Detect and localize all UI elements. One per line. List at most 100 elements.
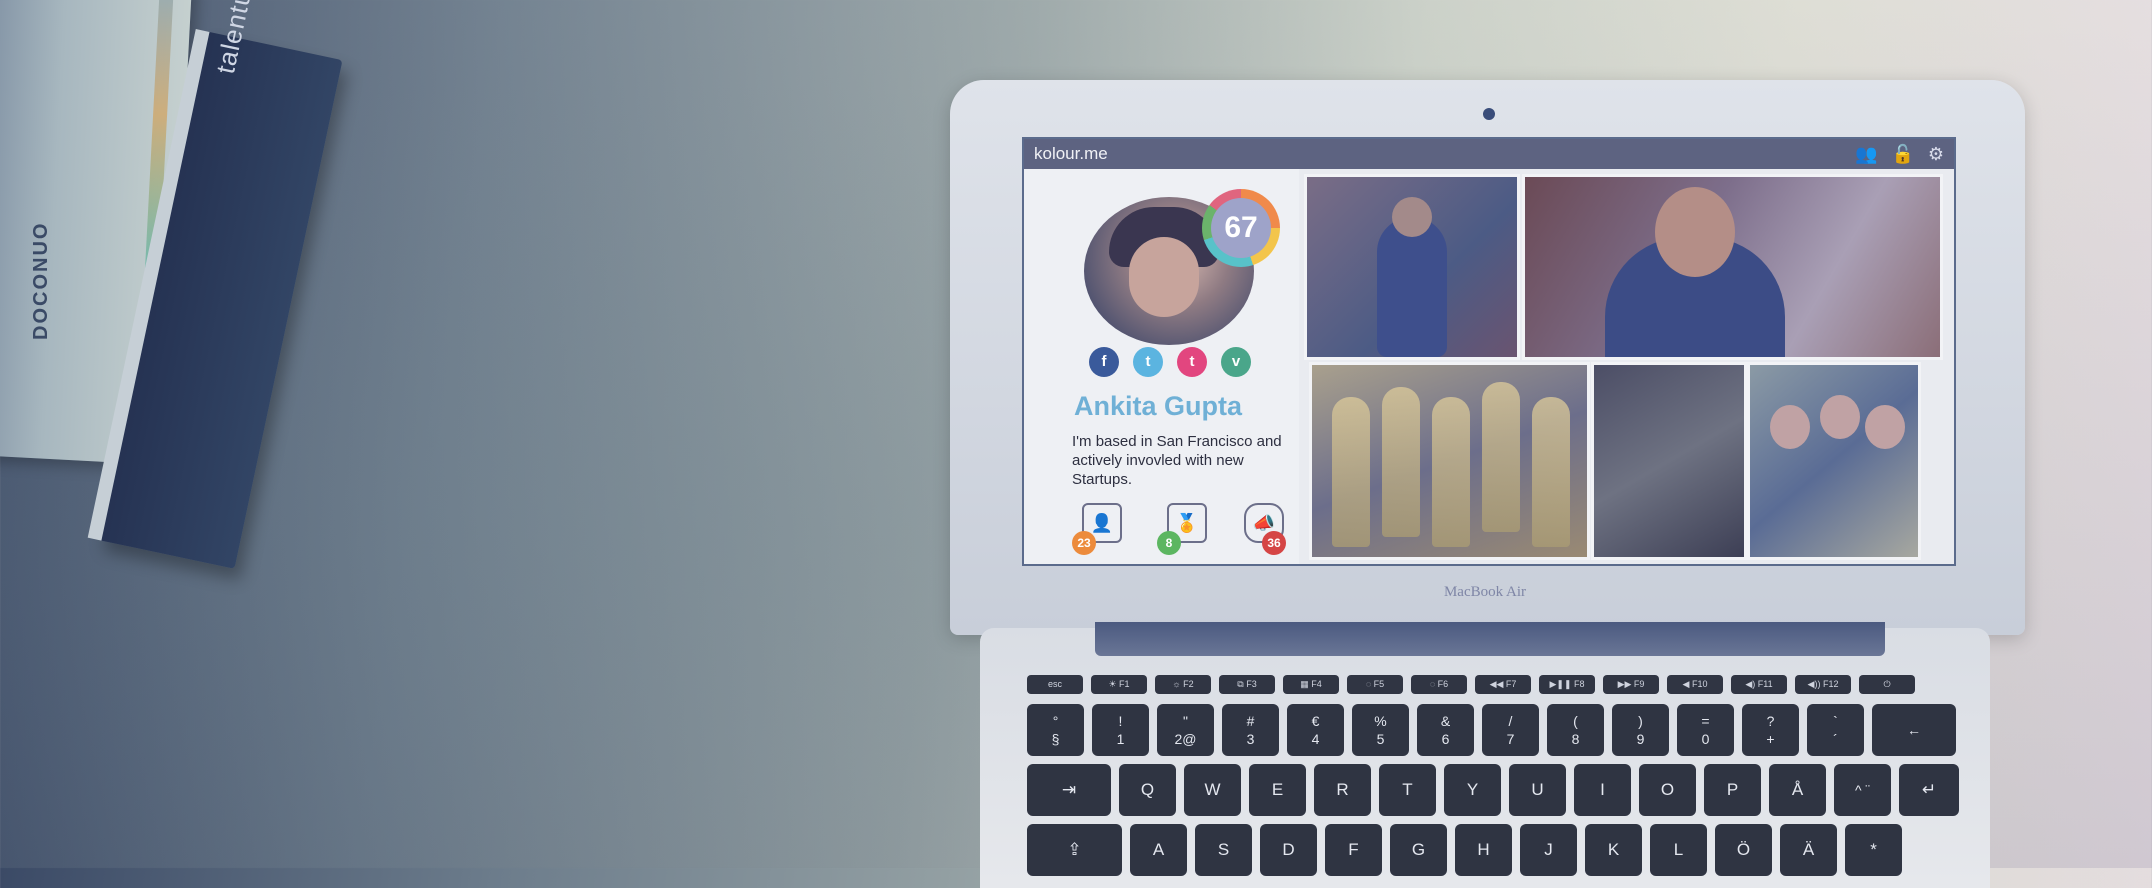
- key-r[interactable]: R: [1314, 764, 1371, 816]
- score-value: 67: [1211, 198, 1271, 258]
- key-return[interactable]: ↵: [1899, 764, 1959, 816]
- key-9[interactable]: ) 9: [1612, 704, 1669, 756]
- settings-icon[interactable]: ⚙: [1928, 144, 1944, 164]
- gallery-photo[interactable]: [1591, 362, 1747, 560]
- key-2[interactable]: " 2@: [1157, 704, 1214, 756]
- key-3[interactable]: #3: [1222, 704, 1279, 756]
- app-logo[interactable]: kolour.me: [1034, 144, 1108, 164]
- key-capslock[interactable]: ⇪: [1027, 824, 1122, 876]
- medal-badge-count: 8: [1157, 531, 1181, 555]
- trophy: [1532, 397, 1570, 547]
- key-u[interactable]: U: [1509, 764, 1566, 816]
- key-f4[interactable]: ▦ F4: [1283, 675, 1339, 694]
- key-4[interactable]: €4: [1287, 704, 1344, 756]
- trophy: [1432, 397, 1470, 547]
- key-f7[interactable]: ◀◀ F7: [1475, 675, 1531, 694]
- key-power[interactable]: ⏻: [1859, 675, 1915, 694]
- key-7[interactable]: /7: [1482, 704, 1539, 756]
- trophy: [1382, 387, 1420, 537]
- key-0[interactable]: = 0: [1677, 704, 1734, 756]
- key-e[interactable]: E: [1249, 764, 1306, 816]
- number-key-row: ° § ! 1 " 2@ #3 €4 % 5 & 6 /7 (8 ) 9 = 0 ? + ` ´ …: [1027, 704, 1956, 756]
- social-links: f t t v: [1089, 347, 1251, 377]
- key-section[interactable]: ° §: [1027, 704, 1084, 756]
- key-a-umlaut[interactable]: Ä: [1780, 824, 1837, 876]
- photo-person: [1377, 217, 1447, 357]
- key-f11[interactable]: ◀) F11: [1731, 675, 1787, 694]
- key-o-umlaut[interactable]: Ö: [1715, 824, 1772, 876]
- facebook-icon[interactable]: f: [1089, 347, 1119, 377]
- key-f5[interactable]: ◌ F5: [1347, 675, 1403, 694]
- key-asterisk[interactable]: *: [1845, 824, 1902, 876]
- key-5[interactable]: % 5: [1352, 704, 1409, 756]
- book-brand-doconuo: DOCONUO: [30, 221, 52, 340]
- photo-person-head: [1770, 405, 1810, 449]
- key-f8[interactable]: ▶❚❚ F8: [1539, 675, 1595, 694]
- score-ring: 67: [1202, 189, 1280, 267]
- profile-bio: I'm based in San Francisco and actively …: [1072, 433, 1282, 488]
- key-esc[interactable]: esc: [1027, 675, 1083, 694]
- photo-gallery: [1304, 174, 1944, 560]
- people-icon[interactable]: 👥: [1855, 144, 1877, 164]
- key-t[interactable]: T: [1379, 764, 1436, 816]
- gallery-photo[interactable]: [1522, 174, 1943, 360]
- tumblr-icon[interactable]: t: [1177, 347, 1207, 377]
- vimeo-icon[interactable]: v: [1221, 347, 1251, 377]
- avatar-face: [1129, 237, 1199, 317]
- megaphone-badge[interactable]: 📣 36: [1234, 499, 1286, 555]
- gallery-photo[interactable]: [1304, 174, 1520, 360]
- photo-person-head: [1392, 197, 1432, 237]
- megaphone-badge-count: 36: [1262, 531, 1286, 555]
- resume-badge-count: 23: [1072, 531, 1096, 555]
- camera-icon: [1483, 108, 1495, 120]
- key-f3[interactable]: ⧉ F3: [1219, 675, 1275, 694]
- key-f10[interactable]: ◀ F10: [1667, 675, 1723, 694]
- key-f2[interactable]: ☼ F2: [1155, 675, 1211, 694]
- unlock-icon[interactable]: 🔓: [1891, 144, 1913, 164]
- key-plus[interactable]: ? +: [1742, 704, 1799, 756]
- key-h[interactable]: H: [1455, 824, 1512, 876]
- profile-name: Ankita Gupta: [1074, 391, 1243, 421]
- key-backspace[interactable]: ←: [1872, 704, 1956, 756]
- function-key-row: esc ☀ F1 ☼ F2 ⧉ F3 ▦ F4 ◌ F5 ◌ F6 ◀◀ F7 …: [1027, 675, 1915, 694]
- key-a-ring[interactable]: Å: [1769, 764, 1826, 816]
- twitter-icon[interactable]: t: [1133, 347, 1163, 377]
- key-s[interactable]: S: [1195, 824, 1252, 876]
- key-f9[interactable]: ▶▶ F9: [1603, 675, 1659, 694]
- resume-badge[interactable]: 👤 23: [1072, 499, 1122, 555]
- key-1[interactable]: ! 1: [1092, 704, 1149, 756]
- key-8[interactable]: (8: [1547, 704, 1604, 756]
- gallery-photo-trophies[interactable]: [1309, 362, 1590, 560]
- key-q[interactable]: Q: [1119, 764, 1176, 816]
- gallery-photo[interactable]: [1747, 362, 1921, 560]
- key-i[interactable]: I: [1574, 764, 1631, 816]
- key-g[interactable]: G: [1390, 824, 1447, 876]
- key-y[interactable]: Y: [1444, 764, 1501, 816]
- key-f6[interactable]: ◌ F6: [1411, 675, 1467, 694]
- key-f12[interactable]: ◀)) F12: [1795, 675, 1851, 694]
- key-f[interactable]: F: [1325, 824, 1382, 876]
- key-caret[interactable]: ^ ¨: [1834, 764, 1891, 816]
- laptop-hinge: [1095, 622, 1885, 656]
- key-o[interactable]: O: [1639, 764, 1696, 816]
- key-l[interactable]: L: [1650, 824, 1707, 876]
- medal-badge[interactable]: 🏅 8: [1157, 499, 1207, 555]
- top-letter-row: ⇥ Q W E R T Y U I O P Å ^ ¨ ↵: [1027, 764, 1959, 816]
- key-tab[interactable]: ⇥: [1027, 764, 1111, 816]
- badge-list: 👤 23 🏅 8 📣 36: [1072, 499, 1297, 559]
- photo-person-head: [1820, 395, 1860, 439]
- key-j[interactable]: J: [1520, 824, 1577, 876]
- key-6[interactable]: & 6: [1417, 704, 1474, 756]
- key-accent[interactable]: ` ´: [1807, 704, 1864, 756]
- key-p[interactable]: P: [1704, 764, 1761, 816]
- key-d[interactable]: D: [1260, 824, 1317, 876]
- key-k[interactable]: K: [1585, 824, 1642, 876]
- photo-person-head: [1655, 187, 1735, 277]
- key-f1[interactable]: ☀ F1: [1091, 675, 1147, 694]
- laptop-screen: kolour.me 👥 🔓 ⚙ 67 f t t v Ankita Gupta …: [1022, 137, 1956, 566]
- book-stack: talentum DOCONUO: [0, 0, 343, 600]
- key-a[interactable]: A: [1130, 824, 1187, 876]
- trophy: [1482, 382, 1520, 532]
- key-w[interactable]: W: [1184, 764, 1241, 816]
- photo-person-head: [1865, 405, 1905, 449]
